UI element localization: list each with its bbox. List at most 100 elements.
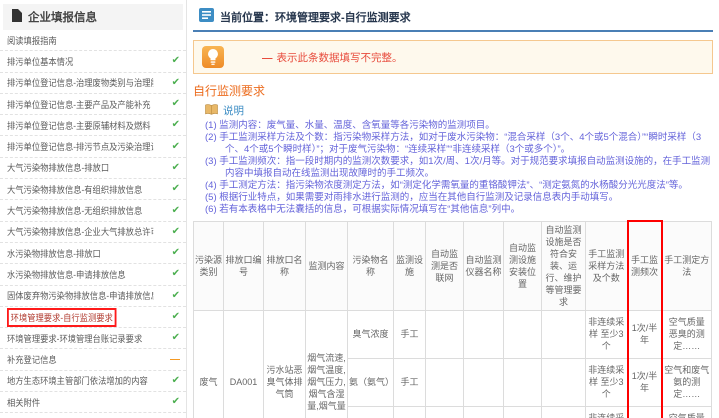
note-row: 说明 — [205, 103, 713, 118]
sidebar-item-label: 大气污染物排放信息-排放口 — [7, 163, 110, 174]
section-title: 自行监测要求 — [193, 84, 266, 98]
cell-instrument — [463, 357, 504, 407]
sidebar: 企业填报信息 阅读填报指南 排污单位基本情况 ✔ 排污单位登记信息-治理废物类别… — [0, 0, 187, 418]
sidebar-item-label: 排污单位登记信息-治理废物类别与治理能力 — [7, 78, 154, 89]
col-header-outlet-no: 排放口编号 — [223, 220, 264, 311]
status-icon: ✔ — [171, 140, 180, 152]
cell-pollutant: 硫化氢 — [347, 405, 394, 418]
col-header-method: 手工测定方法 — [661, 220, 712, 311]
col-header-instrument: 自动监测仪器名称 — [463, 220, 504, 311]
cell-position — [503, 405, 542, 418]
monitoring-table: 污染源类别 排放口编号 排放口名称 监测内容 污染物名称 监测设施 自动监测是否… — [193, 220, 712, 418]
sidebar-item[interactable]: 固体废弃物污染物排放信息-申请排放信息 ✔ — [0, 286, 186, 307]
cell-position — [503, 309, 542, 359]
sidebar-item-label: 相关附件 — [7, 397, 41, 408]
status-icon: — — [170, 353, 180, 365]
instruction-line: (4) 手工测定方法：指污染物浓度测定方法，如“测定化学需氧量的重铬酸钾法”、“… — [205, 180, 688, 191]
sidebar-item-label: 排污单位登记信息-排污节点及污染治理设施 — [7, 142, 154, 153]
sidebar-item-label: 排污单位基本情况 — [7, 56, 74, 67]
col-header-pollutant: 污染物名称 — [347, 220, 394, 311]
col-header-outlet-name: 排放口名称 — [263, 220, 306, 311]
instruction-line: (2) 手工监测采样方法及个数：指污染物采样方法，如对于废水污染物：“混合采样（… — [205, 132, 702, 155]
note-label: 说明 — [223, 105, 244, 117]
status-icon: ✔ — [171, 225, 180, 237]
col-header-sampling: 手工监测采样方法及个数 — [585, 220, 628, 311]
cell-monitor-content: 烟气流速,烟气温度,烟气压力,烟气含湿量,烟气量 — [305, 309, 348, 418]
breadcrumb-label: 当前位置：环境管理要求-自行监测要求 — [220, 11, 411, 24]
status-icon: ✔ — [171, 396, 180, 408]
sidebar-item-label: 环境管理要求-环境管理台账记录要求 — [7, 333, 143, 344]
cell-frequency-highlighted: 1次/半年 — [626, 309, 663, 359]
status-icon: ✔ — [171, 204, 180, 216]
col-header-compliance: 自动监测设施是否符合安装、运行、维护等管理要求 — [541, 220, 586, 311]
cell-pollutant: 臭气浓度 — [347, 309, 394, 359]
cell-facility: 手工 — [393, 357, 426, 407]
cell-method: 空气质量 硫化氢 甲…… — [661, 405, 712, 418]
col-header-online: 自动监测是否联网 — [425, 220, 464, 311]
sidebar-item[interactable]: 排污单位登记信息-治理废物类别与治理能力 ✔ — [0, 73, 186, 94]
status-icon: ✔ — [171, 183, 180, 195]
sidebar-item-label: 大气污染物排放信息-无组织排放信息 — [7, 206, 143, 217]
sidebar-item[interactable]: 地方生态环境主管部门依法增加的内容 ✔ — [0, 371, 186, 393]
sidebar-item[interactable]: 大气污染物排放信息-有组织排放信息 ✔ — [0, 179, 186, 201]
cell-outlet-name: 污水站恶臭气体排气筒 — [263, 309, 306, 418]
status-icon: ✔ — [171, 247, 180, 259]
sidebar-item[interactable]: 大气污染物排放信息-无组织排放信息 ✔ — [0, 200, 186, 222]
status-icon: ✔ — [171, 332, 180, 344]
sidebar-item[interactable]: 排污单位登记信息-主要产品及产能补充 ✔ — [0, 94, 186, 116]
sidebar-item[interactable]: 阅读填报指南 — [0, 30, 186, 52]
cell-sampling: 非连续采样 至少3个 — [585, 309, 628, 359]
instruction-line: (6) 若有本表格中无法囊括的信息，可根据实际情况填写在“其他信息”列中。 — [205, 204, 521, 215]
status-icon: ✔ — [171, 374, 180, 386]
col-header-frequency-highlighted: 手工监测频次 — [626, 220, 663, 311]
instruction-line: (3) 手工监测频次：指一段时期内的监测次数要求，如1次/周、1次/月等。对于规… — [205, 156, 711, 179]
sidebar-item[interactable]: 水污染物排放信息-申请排放信息 ✔ — [0, 264, 186, 286]
cell-facility: 手工 — [393, 405, 426, 418]
table-row: 废气 DA001 污水站恶臭气体排气筒 烟气流速,烟气温度,烟气压力,烟气含湿量… — [193, 309, 712, 418]
sidebar-menu: 阅读填报指南 排污单位基本情况 ✔ 排污单位登记信息-治理废物类别与治理能力 ✔… — [0, 30, 186, 414]
cell-online — [425, 405, 464, 418]
cell-source-type: 废气 — [193, 309, 224, 418]
sidebar-item[interactable]: 排污单位登记信息-主要原辅材料及燃料 ✔ — [0, 115, 186, 137]
sidebar-item[interactable]: 大气污染物排放信息-企业大气排放总许可量 ✔ — [0, 222, 186, 243]
incomplete-marker-icon: — — [262, 51, 273, 64]
col-header-facility: 监测设施 — [393, 220, 426, 311]
instruction-line: (1) 监测内容：废气量、水量、温度、含氧量等各污染物的监测项目。 — [205, 120, 495, 131]
sidebar-item-label: 阅读填报指南 — [7, 35, 57, 46]
col-header-position: 自动监测设施安装位置 — [503, 220, 542, 311]
cell-sampling: 非连续采样 至少3个 — [585, 357, 628, 407]
sidebar-item[interactable]: 补充登记信息 — — [0, 349, 186, 371]
notice-banner: — 表示此条数据填写不完整。 — [193, 40, 713, 74]
cell-frequency-highlighted: 1次/半年 — [626, 405, 663, 418]
sidebar-item-label: 水污染物排放信息-排放口 — [7, 248, 101, 259]
status-icon: ✔ — [171, 268, 180, 280]
sidebar-item[interactable]: 相关附件 ✔ — [0, 392, 186, 414]
sidebar-item[interactable]: 排污单位登记信息-排污节点及污染治理设施 ✔ — [0, 136, 186, 158]
cell-sampling: 非连续采样 至少3个 — [585, 405, 628, 418]
cell-method: 空气质量 恶臭的测定…… — [661, 309, 712, 359]
sidebar-item-label: 固体废弃物污染物排放信息-申请排放信息 — [7, 291, 154, 302]
cell-compliance — [541, 357, 586, 407]
notice-message: 表示此条数据填写不完整。 — [276, 51, 403, 64]
sidebar-item[interactable]: 大气污染物排放信息-排放口 ✔ — [0, 158, 186, 180]
sidebar-item-label: 环境管理要求-自行监测要求 — [7, 307, 117, 327]
cell-online — [425, 357, 464, 407]
cell-method: 空气和废气 氨的测定…… — [661, 357, 712, 407]
sidebar-item[interactable]: 水污染物排放信息-排放口 ✔ — [0, 243, 186, 265]
cell-compliance — [541, 405, 586, 418]
lightbulb-icon — [202, 46, 224, 68]
sidebar-item[interactable]: 排污单位基本情况 ✔ — [0, 51, 186, 73]
status-icon: ✔ — [171, 161, 180, 173]
status-icon: ✔ — [171, 289, 180, 301]
status-icon: ✔ — [171, 76, 180, 88]
cell-instrument — [463, 405, 504, 418]
breadcrumb: 当前位置：环境管理要求-自行监测要求 — [193, 6, 713, 32]
sidebar-item[interactable]: 环境管理要求-环境管理台账记录要求 ✔ — [0, 328, 186, 350]
sidebar-item[interactable]: 环境管理要求-自行监测要求 ✔ — [0, 307, 186, 329]
status-icon: ✔ — [171, 119, 180, 131]
notice-text: — 表示此条数据填写不完整。 — [262, 50, 403, 65]
cell-outlet-no: DA001 — [223, 309, 264, 418]
main-content: 当前位置：环境管理要求-自行监测要求 — 表示此条数据填写不完整。 自行监测要求 … — [187, 0, 719, 418]
instructions: (1) 监测内容：废气量、水量、温度、含氧量等各污染物的监测项目。 (2) 手工… — [205, 120, 713, 216]
status-icon: ✔ — [171, 98, 180, 110]
